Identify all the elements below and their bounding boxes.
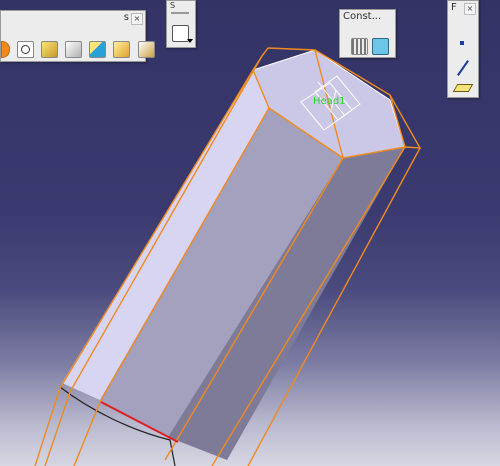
toolbar-title-text: Const... — [343, 11, 382, 22]
fix-constraint-icon[interactable] — [372, 38, 389, 55]
3d-viewport[interactable]: Head1 s × S Const... F × — [0, 0, 500, 466]
toolbar-title: Const... — [340, 10, 395, 24]
toolbar-title-text: F — [451, 2, 457, 13]
bool-op-icon[interactable] — [1, 41, 10, 58]
point-icon[interactable] — [460, 41, 464, 45]
constraint-bars-icon[interactable] — [351, 38, 368, 55]
constraints-toolbar[interactable]: Const... — [339, 9, 396, 58]
fillet-icon[interactable] — [137, 41, 155, 58]
rib-icon[interactable] — [65, 41, 83, 58]
shaft-icon[interactable] — [41, 41, 59, 58]
toolbar-title: S — [170, 1, 176, 10]
solid-cube-icon[interactable] — [89, 41, 107, 58]
tools-toolbar[interactable]: s × — [0, 10, 155, 62]
sketch-toolbar[interactable]: S — [166, 0, 196, 48]
close-button[interactable]: × — [464, 3, 476, 15]
geometry-toolbar[interactable]: F × — [447, 0, 479, 98]
toolbar-title: s × — [1, 11, 145, 25]
axis-label: Head1 — [313, 96, 346, 107]
chamfer-icon[interactable] — [113, 41, 131, 58]
chevron-down-icon[interactable] — [187, 39, 193, 43]
toolbar-title-text: s — [123, 12, 129, 23]
close-button[interactable]: × — [131, 13, 143, 25]
line-icon[interactable] — [457, 60, 469, 76]
part-geometry[interactable]: Head1 — [0, 0, 500, 466]
toolbar-title: F × — [448, 1, 478, 15]
plane-icon[interactable] — [452, 84, 474, 92]
pocket-icon[interactable] — [17, 41, 35, 58]
